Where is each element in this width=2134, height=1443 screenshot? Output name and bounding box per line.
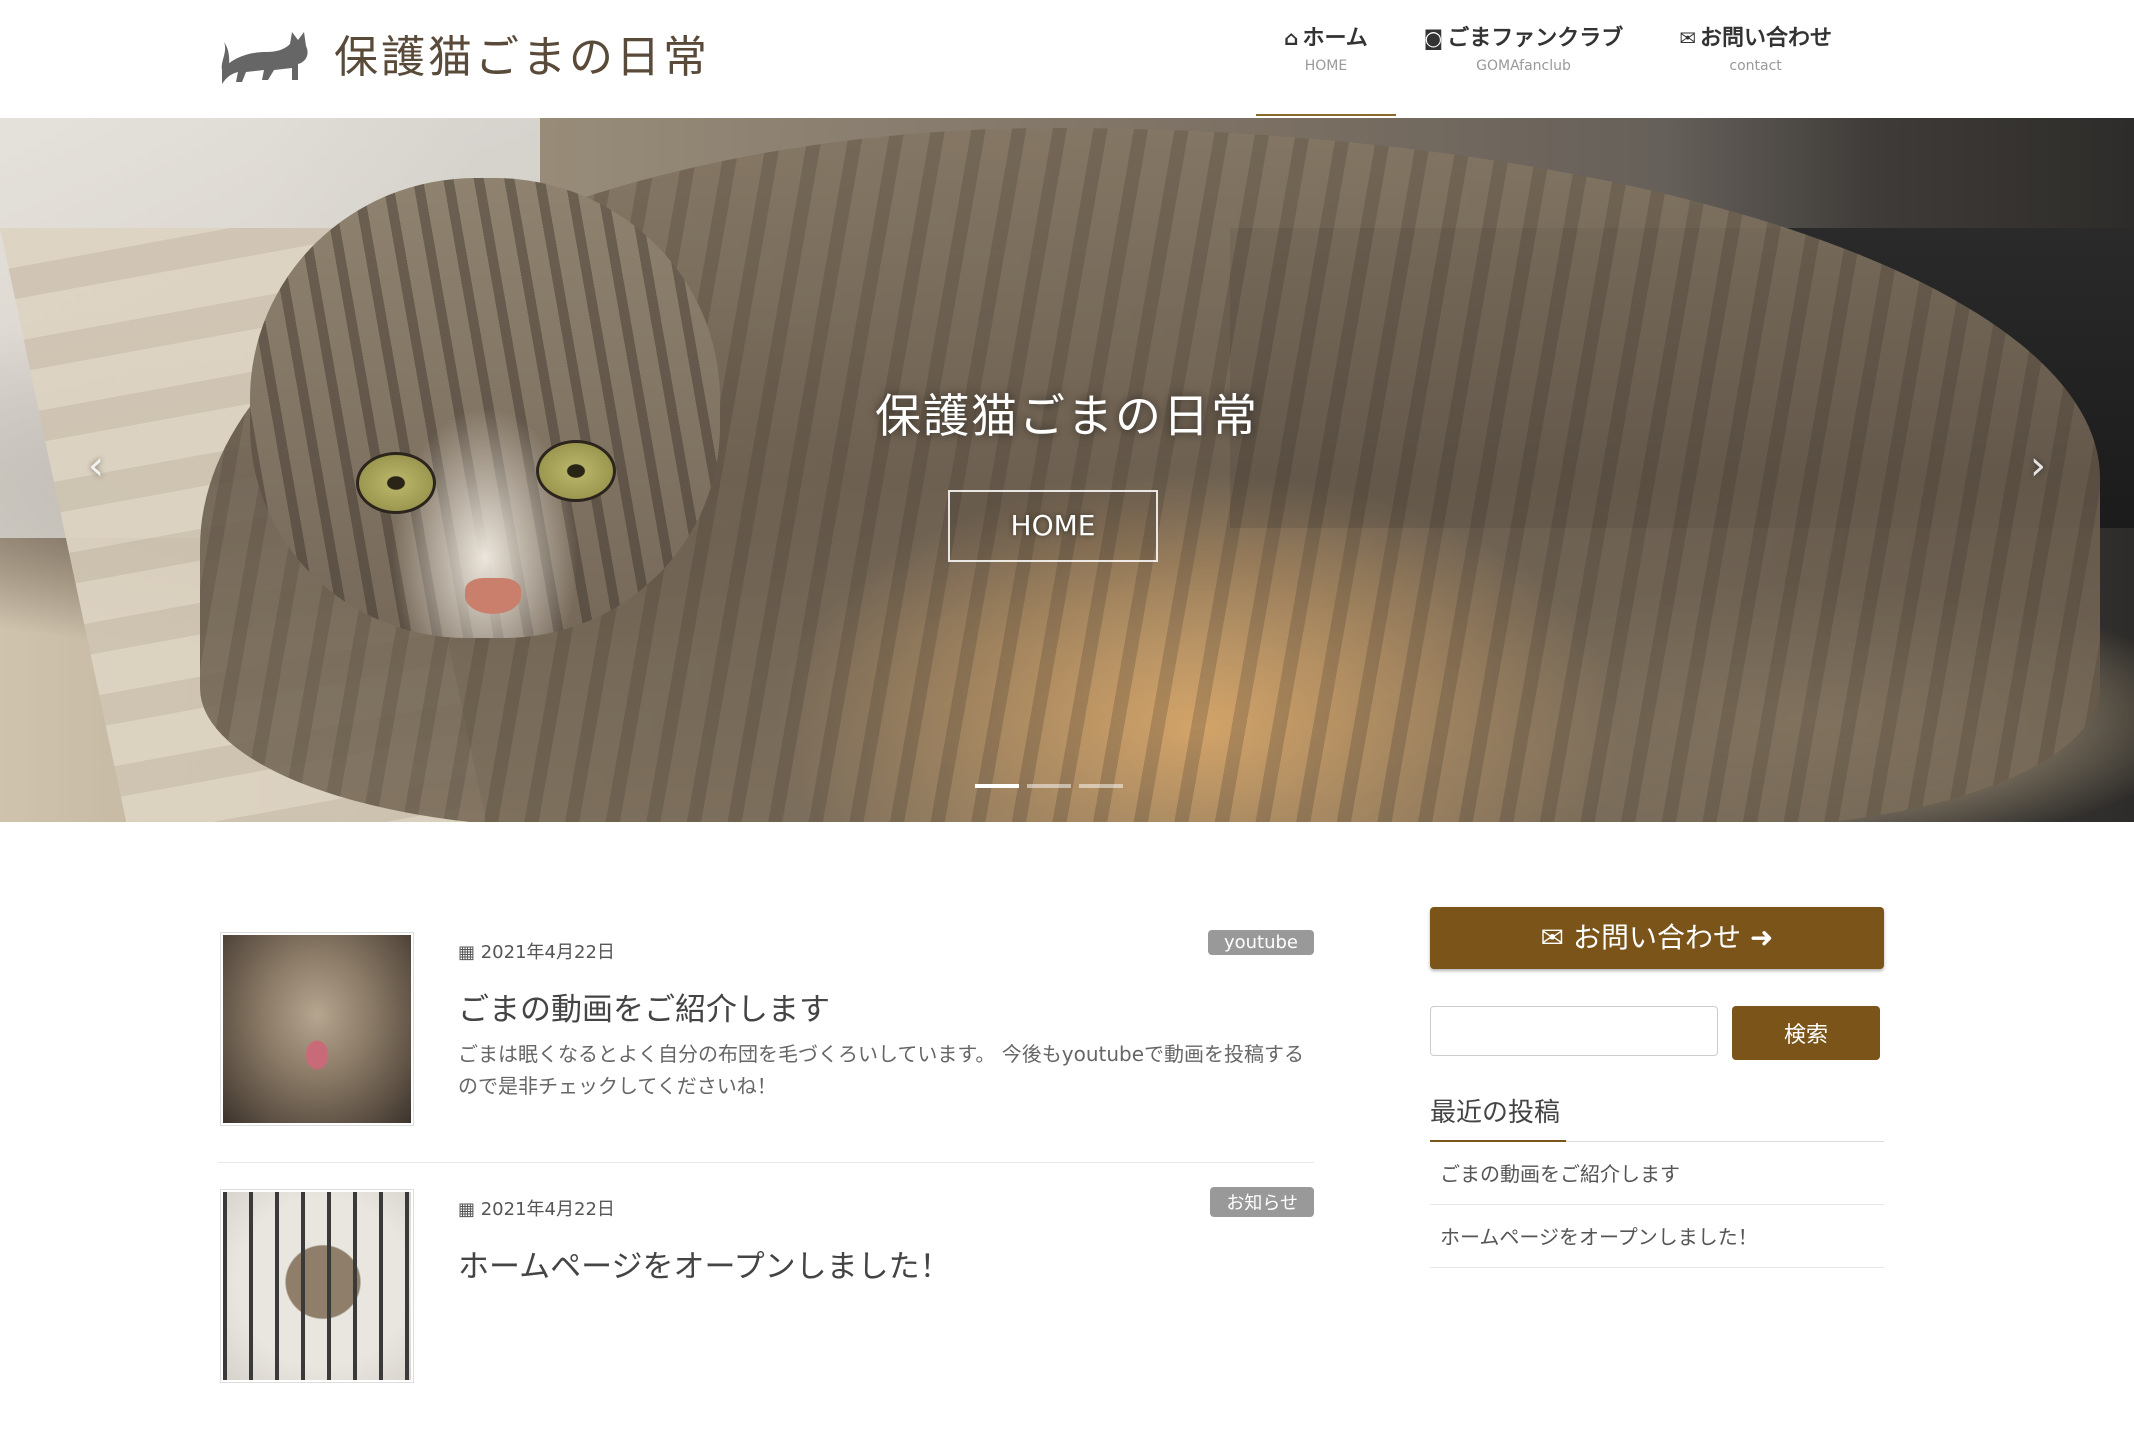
- slide-indicator-2[interactable]: [1027, 784, 1071, 788]
- post-thumbnail[interactable]: [220, 1189, 414, 1383]
- cat-silhouette-icon: [221, 32, 308, 84]
- hero-title: 保護猫ごまの日常: [875, 389, 1259, 443]
- site-logo[interactable]: 保護猫ごまの日常: [218, 8, 710, 98]
- nav-item-contact[interactable]: ✉ お問い合わせ contact: [1651, 0, 1860, 96]
- envelope-icon: ✉: [1540, 921, 1573, 954]
- post-thumbnail-image: [223, 935, 411, 1123]
- nav-home-label: ホーム: [1302, 26, 1368, 51]
- recent-posts-heading: 最近の投稿: [1430, 1092, 1884, 1142]
- nav-home-sub: HOME: [1304, 58, 1348, 74]
- nav-contact-label: お問い合わせ: [1699, 26, 1832, 51]
- post-date-text: 2021年4月22日: [480, 942, 615, 963]
- post-excerpt: ごまは眠くなるとよく自分の布団を毛づくろいしています。 今後もyoutubeで動…: [458, 1042, 1305, 1098]
- chevron-right-icon[interactable]: ›: [2030, 443, 2046, 489]
- contact-button[interactable]: ✉ お問い合わせ ➜: [1430, 907, 1884, 969]
- nav-fanclub-label: ごまファンクラブ: [1447, 26, 1624, 51]
- hero-cat-eye-right: [536, 440, 616, 502]
- post-category-badge[interactable]: youtube: [1207, 930, 1314, 955]
- post-date-text: 2021年4月22日: [480, 1199, 615, 1220]
- post-date: ▦ 2021年4月22日: [458, 938, 615, 964]
- hero-home-button[interactable]: HOME: [948, 490, 1158, 562]
- home-icon: ⌂: [1284, 26, 1299, 50]
- nav-contact-sub: contact: [1729, 58, 1782, 74]
- search-form: 検索: [1430, 1006, 1884, 1060]
- sidebar: ✉ お問い合わせ ➜ 検索 最近の投稿 ごまの動画をご紹介します ホームページを…: [1430, 907, 1884, 1268]
- post-thumbnail[interactable]: [220, 932, 414, 1126]
- post-item: ▦ 2021年4月22日 youtube ごまの動画をご紹介します ごまは眠くな…: [218, 930, 1314, 1163]
- post-date: ▦ 2021年4月22日: [458, 1195, 615, 1221]
- search-button[interactable]: 検索: [1732, 1006, 1880, 1060]
- slide-indicators: [975, 784, 1123, 788]
- chevron-left-icon[interactable]: ‹: [88, 443, 104, 489]
- search-input[interactable]: [1430, 1006, 1718, 1056]
- site-title: 保護猫ごまの日常: [334, 32, 710, 83]
- slide-indicator-1[interactable]: [975, 784, 1019, 788]
- recent-post-link[interactable]: ホームページをオープンしました！: [1430, 1205, 1884, 1268]
- recent-post-link[interactable]: ごまの動画をご紹介します: [1430, 1142, 1884, 1205]
- hero-cat-nose: [465, 578, 521, 614]
- post-category-badge[interactable]: お知らせ: [1210, 1187, 1314, 1217]
- slide-indicator-3[interactable]: [1079, 784, 1123, 788]
- post-title[interactable]: ごまの動画をご紹介します: [458, 984, 830, 1029]
- site-header: 保護猫ごまの日常 ⌂ ホーム HOME ◙ ごまファンクラブ GOMAfanclub…: [0, 0, 2134, 119]
- camera-icon: ◙: [1423, 26, 1444, 50]
- nav-fanclub-sub: GOMAfanclub: [1476, 58, 1571, 74]
- contact-button-label: お問い合わせ: [1572, 921, 1741, 954]
- post-thumbnail-image: [223, 1192, 411, 1380]
- envelope-icon: ✉: [1679, 26, 1696, 50]
- nav-item-home[interactable]: ⌂ ホーム HOME: [1256, 0, 1396, 116]
- hero-slider: 保護猫ごまの日常 HOME ‹ ›: [0, 118, 2134, 822]
- nav-item-fanclub[interactable]: ◙ ごまファンクラブ GOMAfanclub: [1396, 0, 1651, 96]
- post-item: ▦ 2021年4月22日 お知らせ ホームページをオープンしました！: [218, 1187, 1314, 1419]
- calendar-icon: ▦: [458, 1199, 481, 1220]
- post-list: ▦ 2021年4月22日 youtube ごまの動画をご紹介します ごまは眠くな…: [218, 930, 1314, 1443]
- post-title[interactable]: ホームページをオープンしました！: [458, 1241, 951, 1286]
- global-nav: ⌂ ホーム HOME ◙ ごまファンクラブ GOMAfanclub ✉ お問い合わせ …: [1256, 0, 1860, 116]
- hero-cat-eye-left: [356, 452, 436, 514]
- calendar-icon: ▦: [458, 942, 481, 963]
- arrow-circle-right-icon: ➜: [1741, 921, 1774, 954]
